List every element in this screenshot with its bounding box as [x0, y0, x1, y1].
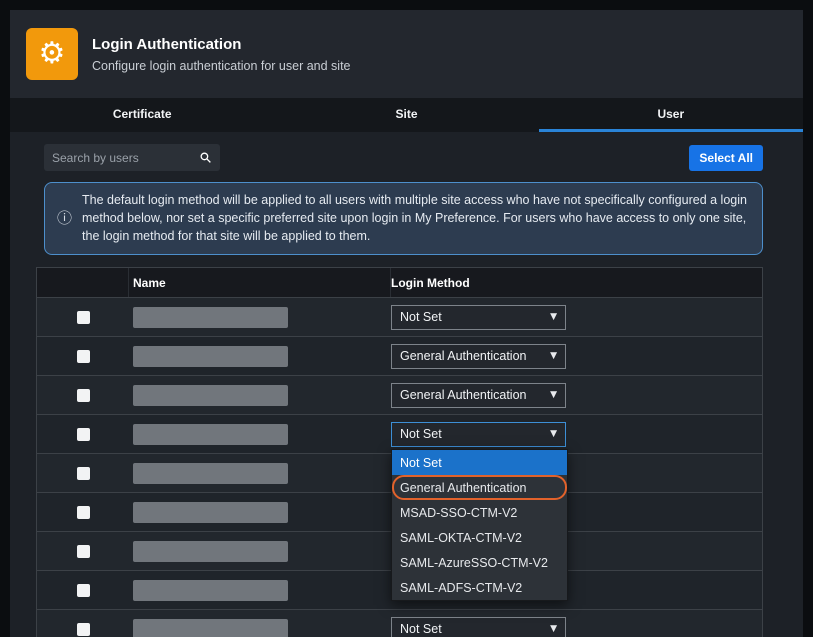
caret-down-icon: ▼: [550, 312, 557, 322]
header-text: Login Authentication Configure login aut…: [92, 36, 351, 73]
dropdown-option-saml-adfs-ctm-v2[interactable]: SAML-ADFS-CTM-V2: [392, 575, 567, 600]
table-row: General Authentication ▼: [37, 337, 762, 376]
users-table: Name Login Method Not Set ▼: [36, 267, 763, 637]
row-checkbox[interactable]: [77, 623, 90, 636]
login-method-value: General Authentication: [400, 349, 526, 363]
row-checkbox[interactable]: [77, 545, 90, 558]
redacted-name: [133, 463, 288, 484]
redacted-name: [133, 307, 288, 328]
search-box: [44, 144, 220, 171]
row-checkbox[interactable]: [77, 350, 90, 363]
table-row: Not Set ▼: [37, 298, 762, 337]
redacted-name: [133, 424, 288, 445]
tab-certificate[interactable]: Certificate: [10, 98, 274, 132]
row-checkbox[interactable]: [77, 467, 90, 480]
page-subtitle: Configure login authentication for user …: [92, 59, 351, 73]
caret-down-icon: ▼: [550, 429, 557, 439]
dropdown-option-msad-sso-ctm-v2[interactable]: MSAD-SSO-CTM-V2: [392, 500, 567, 525]
info-icon: ⓘ: [57, 208, 72, 229]
login-method-select[interactable]: General Authentication ▼: [391, 344, 566, 369]
redacted-name: [133, 346, 288, 367]
dropdown-option-saml-azuresso-ctm-v2[interactable]: SAML-AzureSSO-CTM-V2: [392, 550, 567, 575]
redacted-name: [133, 541, 288, 562]
login-method-value: General Authentication: [400, 388, 526, 402]
page-header: ⚙ Login Authentication Configure login a…: [10, 10, 803, 98]
login-auth-panel: ⚙ Login Authentication Configure login a…: [10, 10, 803, 637]
login-method-select[interactable]: Not Set ▼: [391, 305, 566, 330]
row-checkbox[interactable]: [77, 584, 90, 597]
dropdown-option-general-authentication[interactable]: General Authentication: [392, 475, 567, 500]
tab-site[interactable]: Site: [274, 98, 538, 132]
search-input[interactable]: [52, 151, 199, 165]
column-header-name: Name: [129, 268, 391, 297]
info-banner-text: The default login method will be applied…: [82, 192, 750, 245]
info-banner: ⓘ The default login method will be appli…: [44, 182, 763, 255]
row-checkbox[interactable]: [77, 506, 90, 519]
row-checkbox[interactable]: [77, 311, 90, 324]
login-method-select[interactable]: Not Set ▼: [391, 617, 566, 637]
login-method-dropdown-menu: Not Set General Authentication MSAD-SSO-…: [391, 449, 568, 601]
table-row: Not Set ▼: [37, 610, 762, 637]
search-icon[interactable]: [199, 151, 212, 164]
caret-down-icon: ▼: [550, 351, 557, 361]
dropdown-option-saml-okta-ctm-v2[interactable]: SAML-OKTA-CTM-V2: [392, 525, 567, 550]
row-checkbox[interactable]: [77, 428, 90, 441]
column-header-checkbox: [37, 268, 129, 297]
login-method-value: Not Set: [400, 622, 442, 636]
login-method-value: Not Set: [400, 427, 442, 441]
tab-bar: Certificate Site User: [10, 98, 803, 132]
caret-down-icon: ▼: [550, 390, 557, 400]
redacted-name: [133, 619, 288, 637]
dropdown-option-not-set[interactable]: Not Set: [392, 450, 567, 475]
table-row: General Authentication ▼: [37, 376, 762, 415]
redacted-name: [133, 580, 288, 601]
settings-icon-badge: ⚙: [26, 28, 78, 80]
caret-down-icon: ▼: [550, 624, 557, 634]
redacted-name: [133, 385, 288, 406]
toolbar: Select All: [44, 144, 763, 171]
login-method-select-open[interactable]: Not Set ▼: [391, 422, 566, 447]
login-method-value: Not Set: [400, 310, 442, 324]
redacted-name: [133, 502, 288, 523]
page-title: Login Authentication: [92, 36, 351, 53]
gear-icon: ⚙: [39, 39, 66, 69]
table-header-row: Name Login Method: [37, 268, 762, 298]
column-header-login-method: Login Method: [391, 268, 762, 297]
login-method-select[interactable]: General Authentication ▼: [391, 383, 566, 408]
tab-user[interactable]: User: [539, 98, 803, 132]
select-all-button[interactable]: Select All: [689, 145, 763, 171]
row-checkbox[interactable]: [77, 389, 90, 402]
